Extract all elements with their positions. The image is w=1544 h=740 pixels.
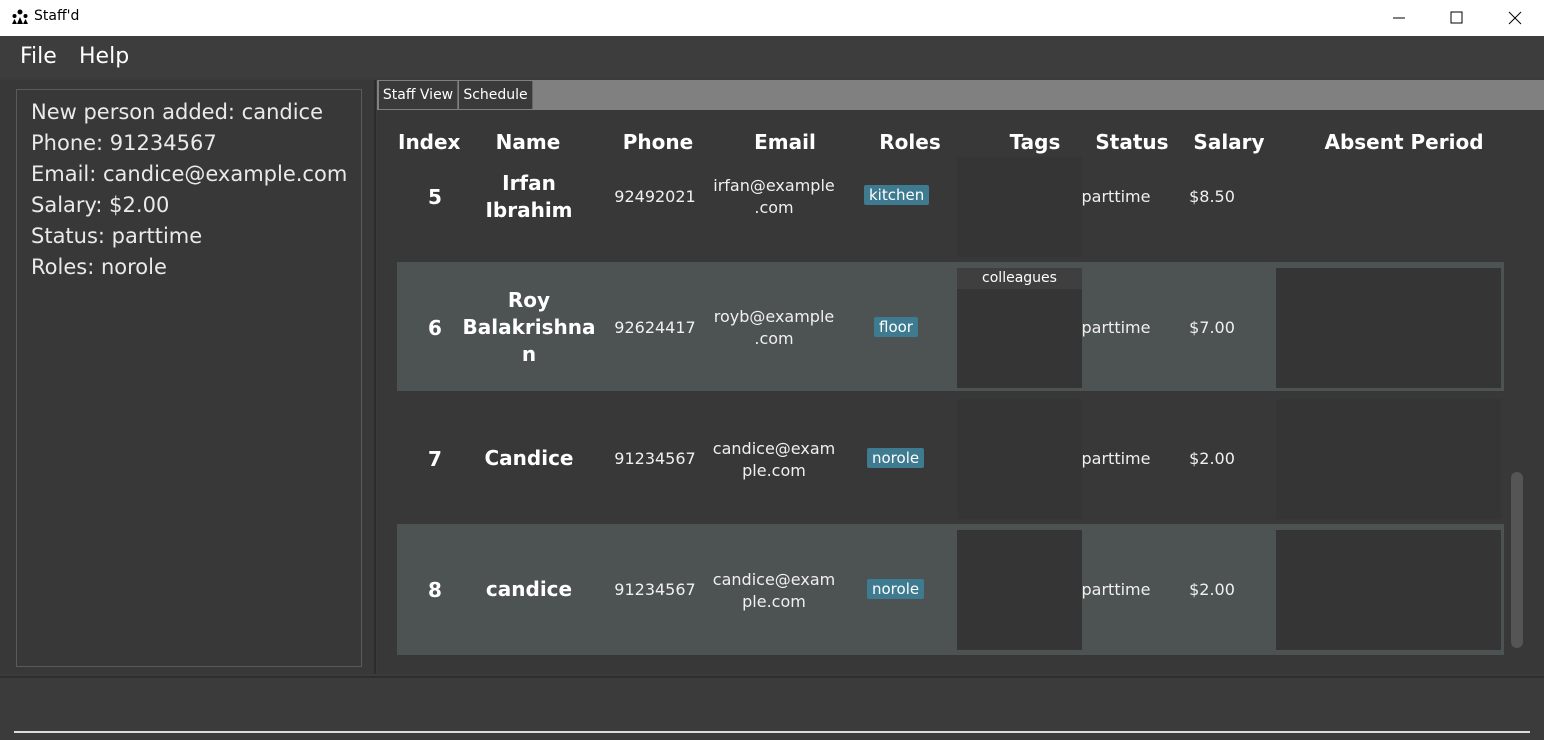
name-line: Balakrishna: [462, 315, 596, 339]
email-line: .com: [754, 198, 794, 217]
row-status: parttime: [1081, 187, 1151, 206]
row-salary: $2.00: [1189, 448, 1235, 468]
absent-period-cell: [1276, 530, 1501, 650]
name-line: n: [521, 342, 537, 366]
email-line: royb@example: [713, 307, 835, 326]
email-line: candice@exam: [712, 570, 836, 589]
row-salary: $8.50: [1189, 187, 1235, 206]
close-button[interactable]: [1486, 0, 1544, 36]
email-line: .com: [754, 329, 794, 348]
row-phone: 91234567: [614, 579, 696, 599]
row-name: Irfan Ibrahim: [465, 169, 593, 225]
table-row[interactable]: 8 candice 91234567 candice@exam ple.com …: [397, 524, 1504, 655]
tags-cell: colleagues: [957, 268, 1082, 388]
scrollbar-thumb[interactable]: [1511, 472, 1523, 648]
name-line: Ibrahim: [485, 198, 573, 222]
menu-file[interactable]: File: [20, 44, 57, 69]
close-icon: [1508, 11, 1522, 25]
role-badge: norole: [867, 579, 925, 599]
absent-period-cell: [1276, 399, 1501, 519]
header-index: Index: [398, 130, 461, 154]
table-row[interactable]: 5 Irfan Ibrahim 92492021 irfan@example .…: [397, 157, 1504, 260]
tags-cell: [957, 399, 1082, 519]
row-index: 8: [428, 577, 442, 602]
row-email: royb@example .com: [711, 306, 837, 350]
row-email: candice@exam ple.com: [711, 438, 837, 482]
tab-staff-view[interactable]: Staff View: [379, 81, 458, 109]
role-badge: kitchen: [864, 185, 930, 205]
tag-label: colleagues: [957, 268, 1082, 289]
role-badge: norole: [867, 448, 925, 468]
email-line: ple.com: [742, 461, 806, 480]
minimize-button[interactable]: [1370, 0, 1428, 36]
header-roles: Roles: [879, 130, 941, 154]
row-name: Candice: [484, 446, 574, 470]
row-index: 6: [428, 315, 442, 340]
minimize-icon: [1393, 17, 1405, 19]
row-phone: 92624417: [614, 317, 696, 337]
tags-cell: [957, 530, 1082, 650]
tab-bar: [377, 80, 1544, 110]
menu-bar: File Help: [0, 36, 1544, 78]
result-line: New person added: candice: [31, 100, 324, 124]
table-row[interactable]: 7 Candice 91234567 candice@exam ple.com …: [397, 393, 1504, 522]
row-email: irfan@example .com: [711, 175, 837, 219]
maximize-button[interactable]: [1428, 0, 1486, 36]
command-input[interactable]: [14, 731, 1530, 733]
row-status: parttime: [1081, 317, 1151, 337]
tab-schedule[interactable]: Schedule: [459, 81, 533, 109]
row-index: 5: [428, 185, 442, 209]
result-line: Email: candice@example.com: [31, 162, 348, 186]
tags-cell: [957, 157, 1082, 257]
result-line: Status: parttime: [31, 224, 203, 248]
result-display[interactable]: New person added: candice Phone: 9123456…: [16, 89, 362, 667]
row-phone: 92492021: [614, 187, 696, 206]
row-status: parttime: [1081, 579, 1151, 599]
name-line: Irfan: [502, 171, 556, 195]
row-email: candice@exam ple.com: [711, 569, 837, 613]
result-line: Roles: norole: [31, 255, 167, 279]
email-line: ple.com: [742, 592, 806, 611]
row-name: Roy Balakrishna n: [462, 287, 596, 368]
row-phone: 91234567: [614, 448, 696, 468]
row-status: parttime: [1081, 448, 1151, 468]
email-line: candice@exam: [712, 439, 836, 458]
header-name: Name: [495, 130, 561, 154]
name-line: Roy: [507, 288, 551, 312]
title-bar: Staff'd: [0, 0, 1544, 36]
email-line: irfan@example: [713, 176, 835, 195]
result-line: Salary: $2.00: [31, 193, 170, 217]
row-salary: $7.00: [1189, 317, 1235, 337]
pane-divider[interactable]: [374, 80, 376, 674]
header-salary: Salary: [1193, 130, 1265, 154]
header-status: Status: [1095, 130, 1169, 154]
window-title: Staff'd: [34, 8, 80, 24]
row-name: candice: [485, 577, 573, 601]
app-logo-icon: [12, 9, 28, 24]
header-tags: Tags: [1009, 130, 1061, 154]
result-line: Phone: 91234567: [31, 131, 217, 155]
maximize-icon: [1450, 11, 1463, 24]
header-phone: Phone: [622, 130, 694, 154]
table-row[interactable]: 6 Roy Balakrishna n 92624417 royb@exampl…: [397, 262, 1504, 391]
absent-period-cell: [1276, 268, 1501, 388]
row-index: 7: [428, 446, 442, 471]
role-badge: floor: [874, 317, 918, 337]
menu-help[interactable]: Help: [79, 44, 129, 69]
row-salary: $2.00: [1189, 579, 1235, 599]
header-absent-period: Absent Period: [1324, 130, 1484, 154]
header-email: Email: [754, 130, 816, 154]
